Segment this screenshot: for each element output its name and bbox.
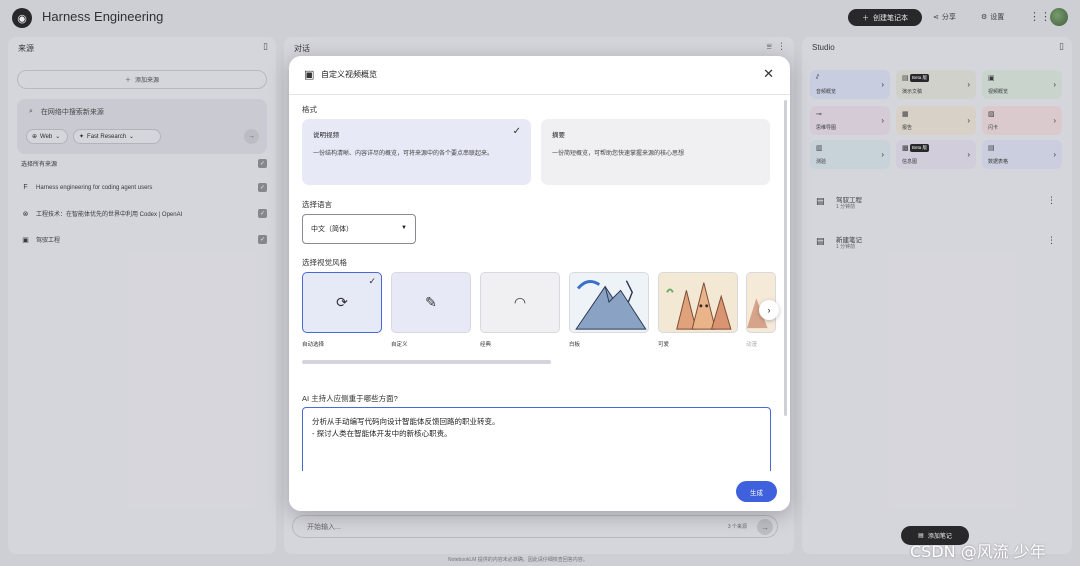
carousel-scrollbar[interactable] — [302, 360, 551, 364]
generate-button[interactable]: 生成 — [736, 481, 777, 502]
whiteboard-illustration — [570, 273, 648, 332]
chevron-right-icon[interactable]: › — [759, 300, 779, 320]
format-desc: 一份简短概览，可帮助您快速掌握来源的核心思想 — [552, 151, 685, 157]
format-option-brief[interactable]: 摘要 一份简短概览，可帮助您快速掌握来源的核心思想 — [541, 119, 770, 185]
format-desc: 一份结构清晰、内容详尽的概览，可将来源中的各个要点串联起来。 — [313, 151, 494, 157]
kawaii-illustration — [659, 273, 737, 332]
style-tile-auto[interactable]: ⟳ ✓ — [302, 272, 382, 333]
check-icon: ✓ — [512, 126, 521, 137]
video-overview-icon: ▣ — [304, 69, 315, 81]
style-caption: 白板 — [569, 342, 581, 348]
style-tile-classic[interactable]: ◠ — [480, 272, 560, 333]
title-divider — [289, 94, 790, 95]
focus-label: AI 主持人应侧重于哪些方面? — [302, 394, 398, 403]
dialog-scrollbar[interactable] — [784, 100, 787, 416]
pencil-icon: ✎ — [425, 294, 437, 310]
check-icon: ✓ — [368, 276, 376, 286]
format-label: 格式 — [302, 105, 317, 114]
format-name: 摘要 — [552, 132, 565, 139]
caret-down-icon: ▼ — [401, 225, 407, 231]
style-tile-whiteboard[interactable] — [569, 272, 649, 333]
customize-video-overview-dialog: ▣ 自定义视频概览 ✕ 格式 说明视频 ✓ 一份结构清晰、内容详尽的概览，可将来… — [289, 56, 790, 511]
language-label: 选择语言 — [302, 200, 332, 209]
style-tile-custom[interactable]: ✎ — [391, 272, 471, 333]
style-caption: 自定义 — [391, 342, 408, 348]
style-caption: 自动选择 — [302, 342, 325, 348]
language-value: 中文（简体） — [311, 226, 353, 233]
format-option-explainer[interactable]: 说明视频 ✓ 一份结构清晰、内容详尽的概览，可将来源中的各个要点串联起来。 — [302, 119, 531, 185]
classic-icon: ◠ — [513, 294, 527, 310]
style-caption: 经典 — [480, 342, 492, 348]
dialog-title: 自定义视频概览 — [321, 70, 377, 79]
style-caption: 可爱 — [658, 342, 670, 348]
dialog-footer: 生成 — [289, 471, 790, 511]
format-name: 说明视频 — [313, 132, 339, 139]
language-select[interactable]: 中文（简体） ▼ — [302, 214, 416, 244]
style-caption: 动漫 — [746, 342, 758, 348]
style-tile-kawaii[interactable] — [658, 272, 738, 333]
close-icon[interactable]: ✕ — [763, 66, 774, 82]
auto-select-icon: ⟳ — [336, 294, 348, 310]
watermark-text: CSDN @风流 少年 — [910, 542, 1046, 561]
style-label: 选择视觉风格 — [302, 258, 347, 267]
